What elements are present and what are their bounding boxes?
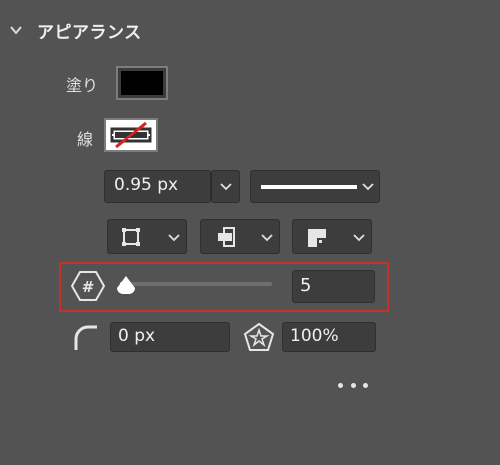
stroke-style-dropdown[interactable]	[250, 170, 380, 203]
section-title: アピアランス	[37, 23, 142, 43]
cap-dropdown[interactable]	[200, 219, 280, 254]
dot	[350, 383, 356, 388]
more-options-icon[interactable]	[338, 383, 368, 391]
stroke-width-dropdown[interactable]	[211, 170, 240, 203]
sides-value[interactable]: 5	[300, 275, 311, 296]
join-dropdown[interactable]	[292, 219, 372, 254]
dot	[363, 383, 368, 388]
chevron-down-icon	[220, 183, 232, 191]
stroke-label: 線	[77, 130, 94, 149]
stroke-align-icon	[122, 228, 140, 246]
dot	[338, 383, 343, 388]
sides-count-icon: #	[71, 271, 105, 301]
cap-icon	[218, 227, 235, 247]
stroke-align-dropdown[interactable]	[107, 219, 187, 254]
fill-color	[121, 71, 163, 95]
fill-label: 塗り	[66, 76, 99, 95]
chevron-down-icon[interactable]	[8, 22, 24, 38]
sides-slider-thumb[interactable]	[115, 274, 137, 296]
chevron-down-icon	[261, 234, 273, 242]
corner-radius-value[interactable]: 0 px	[118, 326, 155, 346]
corner-radius-icon	[74, 325, 97, 350]
stroke-width-value[interactable]: 0.95 px	[114, 175, 178, 195]
star-ratio-icon	[243, 322, 275, 351]
stroke-color-swatch[interactable]	[104, 118, 158, 152]
sides-slider-track[interactable]	[128, 282, 272, 286]
star-ratio-value[interactable]: 100%	[290, 326, 339, 346]
chevron-down-icon	[353, 234, 365, 242]
solid-line-icon	[261, 185, 357, 189]
chevron-down-icon	[168, 234, 180, 242]
fill-color-swatch[interactable]	[116, 66, 168, 100]
chevron-down-icon	[362, 183, 374, 191]
stroke-swatch-icon	[110, 121, 152, 149]
join-icon	[308, 229, 326, 247]
svg-text:#: #	[82, 278, 95, 296]
